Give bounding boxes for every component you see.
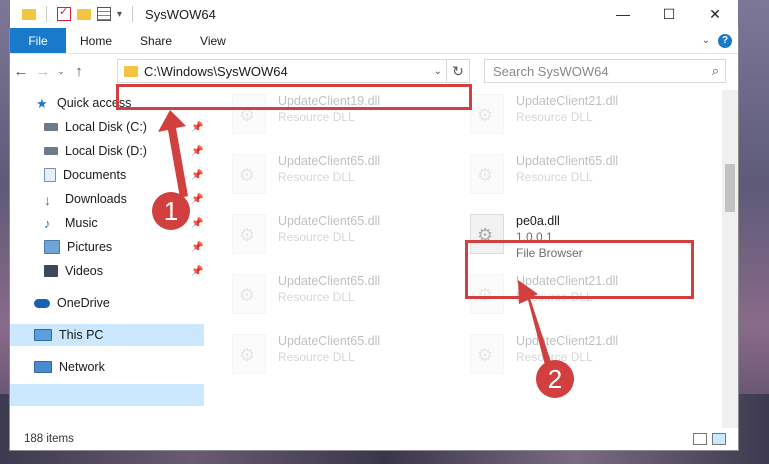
annotation-arrows [158,110,551,365]
step-badge-2: 2 [536,360,574,398]
arrow-2 [518,280,551,365]
arrow-1 [158,110,188,198]
step-badge-1: 1 [152,192,190,230]
